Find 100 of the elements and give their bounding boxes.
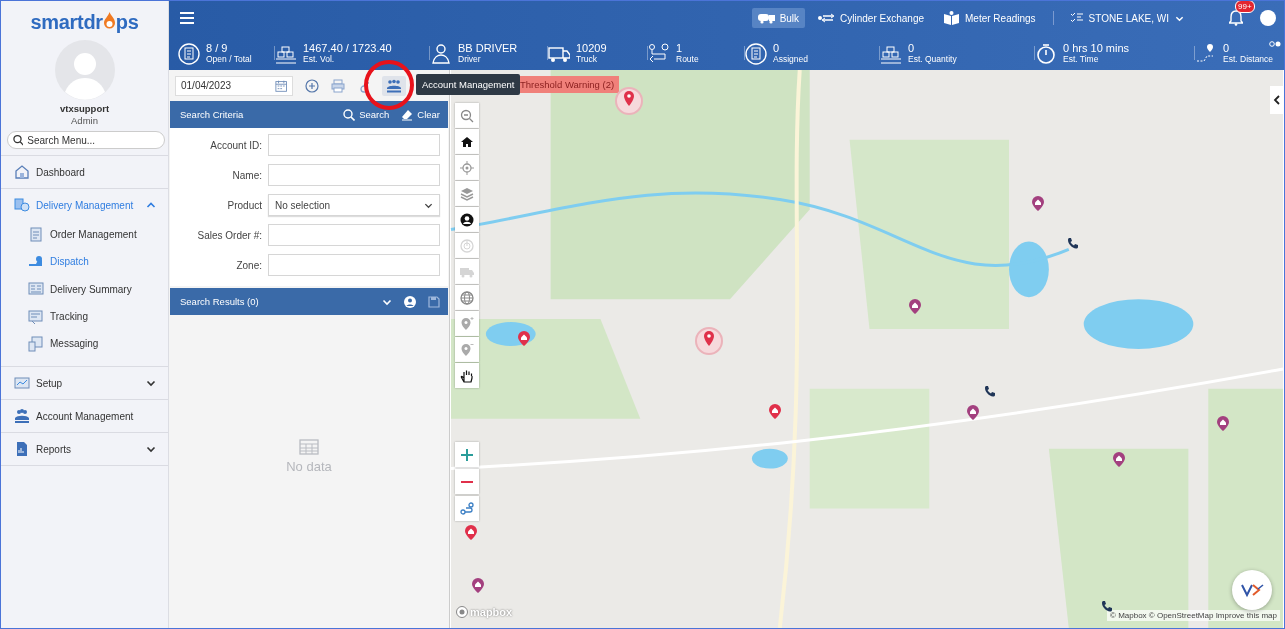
user-name: vtxsupport — [59, 103, 110, 114]
stat-value: 1 — [676, 41, 684, 54]
stat-label: Est. Time — [1063, 53, 1100, 65]
date-field[interactable]: 01/04/2023 — [181, 80, 275, 91]
stat-label: Route — [676, 53, 699, 65]
radar-icon — [460, 238, 474, 253]
route-icon — [648, 42, 670, 65]
menu-item[interactable]: Delivery Management — [1, 189, 168, 221]
hand-icon — [460, 368, 474, 383]
date-picker[interactable]: 01/04/2023 — [175, 75, 293, 96]
field-label: Sales Order #: — [196, 229, 262, 241]
account-management-button[interactable] — [382, 75, 406, 96]
annotation-circle — [363, 59, 415, 111]
input-field[interactable] — [268, 224, 440, 246]
field-label: Product — [226, 199, 262, 211]
menu-item[interactable]: Setup — [1, 367, 168, 400]
zoom-in-button[interactable] — [455, 442, 479, 467]
stat-value: 0 — [773, 41, 781, 54]
mode-tab[interactable]: Bulk — [751, 8, 806, 28]
pin-add-button[interactable] — [455, 311, 479, 336]
search-button[interactable]: Search — [343, 108, 390, 121]
menu-item[interactable]: Dashboard — [1, 156, 168, 188]
input-field[interactable] — [268, 164, 440, 186]
logo-icon — [1240, 582, 1264, 598]
tooltip: Account Management — [416, 74, 521, 95]
checklist-icon — [1070, 12, 1083, 24]
bell-icon[interactable] — [1229, 10, 1243, 26]
stat-value: 0 — [908, 41, 916, 54]
person-icon — [430, 42, 452, 65]
search-icon — [12, 134, 24, 146]
people-icon — [386, 78, 402, 93]
layers-icon — [460, 186, 474, 201]
submenu-item[interactable]: Tracking — [1, 302, 168, 331]
stat-value: 10209 — [576, 41, 607, 54]
route-icon — [460, 501, 474, 516]
stat-value: 0 hrs 10 mins — [1063, 41, 1130, 54]
stat-label: Driver — [458, 53, 482, 65]
chevron-icon — [1273, 95, 1281, 105]
calendar-icon — [274, 78, 287, 93]
table-icon — [299, 439, 319, 455]
avatar-icon — [54, 40, 115, 100]
stat-value: 0 — [1223, 41, 1231, 54]
input-field[interactable] — [268, 134, 440, 156]
mode-icon — [943, 11, 960, 25]
menu-item[interactable]: Account Management — [1, 400, 168, 433]
printer-icon[interactable] — [331, 78, 345, 93]
stat-label: Assigned — [773, 53, 808, 65]
location-dropdown[interactable]: STONE LAKE, WI — [1064, 11, 1190, 25]
mode-tab[interactable]: Meter Readings — [937, 8, 1042, 28]
product-dropdown[interactable]: No selection — [268, 194, 440, 216]
field-label: Zone: — [235, 259, 262, 271]
dots-icon[interactable] — [1269, 41, 1281, 47]
clear-button[interactable]: Clear — [401, 108, 440, 121]
home-icon — [460, 134, 474, 149]
menu-item[interactable]: Reports — [1, 433, 168, 466]
submenu-item[interactable]: Messaging — [1, 330, 168, 358]
collapse-button[interactable] — [1270, 86, 1284, 114]
route-button[interactable] — [455, 496, 479, 521]
search-field[interactable]: Search Menu... — [27, 134, 159, 146]
submenu-item[interactable]: Delivery Summary — [1, 275, 168, 303]
pin-remove-icon — [460, 342, 474, 357]
save-icon[interactable] — [428, 295, 440, 308]
mode-icon — [818, 11, 836, 25]
stat-label: Est. Quantity — [908, 53, 957, 65]
person-icon[interactable] — [404, 295, 416, 308]
zoom-out-button[interactable] — [455, 469, 479, 494]
person-button[interactable] — [455, 207, 479, 232]
panel-title: Search Results (0) — [180, 296, 259, 307]
user-role: Admin — [71, 115, 98, 126]
stopwatch-icon — [1035, 42, 1057, 65]
stat-label: Est. Vol. — [303, 53, 336, 65]
zoom-out-icon — [460, 108, 474, 123]
input-field[interactable] — [268, 254, 440, 276]
plus-icon — [460, 447, 474, 462]
add-icon[interactable] — [305, 78, 319, 93]
globe-icon — [460, 290, 474, 305]
logo: smartdr ps — [30, 11, 139, 34]
orders-icon — [178, 42, 200, 65]
eraser-icon — [401, 108, 414, 121]
search-box[interactable]: Search Menu... — [6, 131, 165, 149]
mode-icon — [757, 11, 775, 25]
field-label: Account ID: — [209, 139, 262, 151]
locate-icon — [460, 160, 474, 175]
avatar-icon[interactable] — [1260, 10, 1276, 26]
pin-add-icon — [460, 316, 474, 331]
submenu-item[interactable]: Dispatch — [1, 248, 168, 276]
stat-value: 8 / 9 — [206, 41, 229, 54]
stat-label: Open / Total — [206, 53, 252, 65]
map-logo: mapbox — [456, 606, 513, 618]
globe-button[interactable] — [455, 285, 479, 310]
stat-label: Truck — [576, 53, 598, 65]
stat-label: Est. Distance — [1223, 53, 1274, 65]
mode-tab[interactable]: Cylinder Exchange — [812, 8, 930, 28]
submenu-item[interactable]: Order Management — [1, 221, 168, 249]
person-icon — [460, 212, 474, 227]
notification-badge: 99+ — [1235, 1, 1255, 13]
orders-icon — [745, 42, 767, 65]
hand-button[interactable] — [455, 363, 479, 388]
home-button[interactable] — [455, 129, 479, 154]
attribution-text: © Mapbox © OpenStreetMap Improve this map — [1107, 610, 1280, 621]
